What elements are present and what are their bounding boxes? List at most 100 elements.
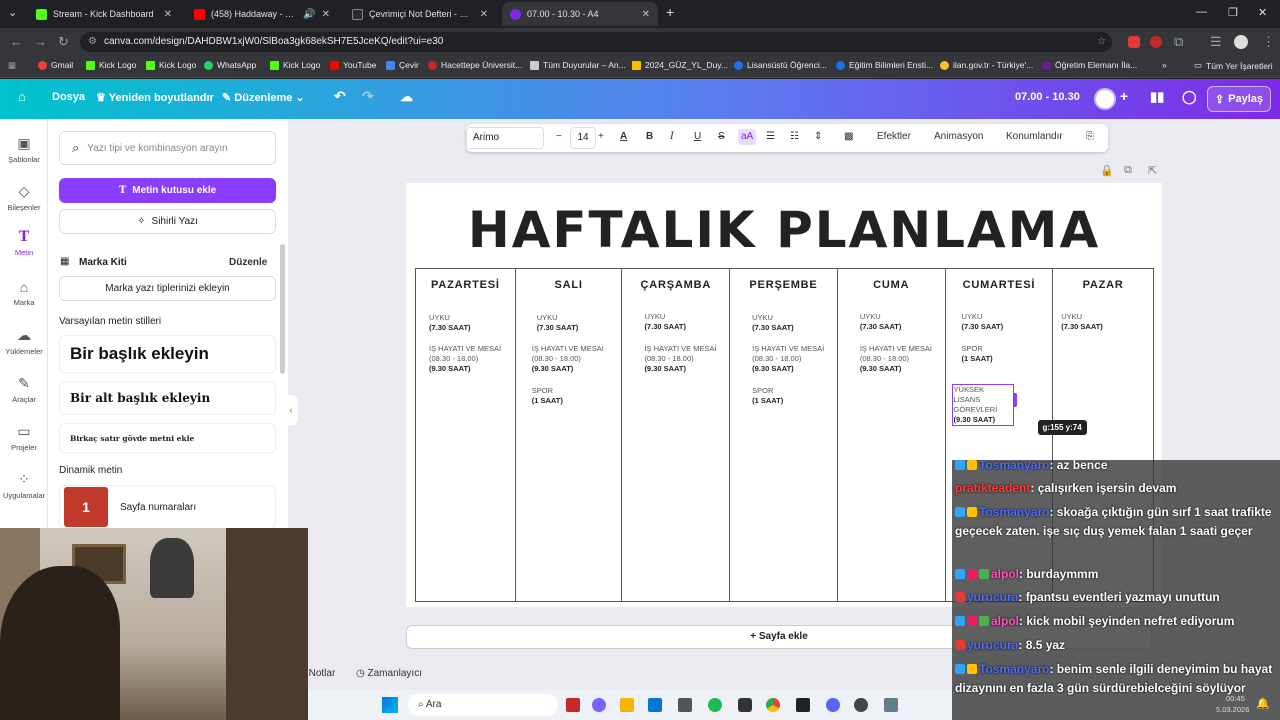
apps-icon[interactable]: ▦	[8, 60, 16, 71]
app-icon[interactable]	[566, 698, 580, 712]
cloud-saved-icon[interactable]: ☁	[400, 89, 413, 105]
cell-sleep[interactable]: UYKU (7.30 SAAT)	[752, 313, 794, 333]
list-icon[interactable]: ☷	[790, 131, 799, 142]
user-avatar[interactable]	[1094, 88, 1116, 110]
cell-work[interactable]: İŞ HAYATI VE MESAİ (08.30 - 18.00) (9.30 S…	[532, 344, 604, 374]
extensions-icon[interactable]: ⧉	[1174, 34, 1183, 50]
bookmark-drive[interactable]: 2024_GÜZ_YL_Duy...	[632, 60, 728, 70]
day-column-monday[interactable]: PAZARTESİ UYKU (7.30 SAAT) İŞ HAYATI VE M…	[416, 269, 516, 601]
font-search-input[interactable]: ⌕ Yazı tipi ve kombinasyon arayın	[59, 131, 276, 165]
bookmark-egitim-bilimleri[interactable]: Eğitim Bilimleri Ensti...	[836, 60, 933, 70]
cell-sleep[interactable]: UYKU (7.30 SAAT)	[962, 312, 1004, 332]
discord-icon[interactable]	[826, 698, 840, 712]
bookmark-duyurular[interactable]: Tüm Duyurular – An...	[530, 60, 626, 70]
rail-tools[interactable]: ✎ Araçlar	[0, 375, 48, 404]
cell-work[interactable]: İŞ HAYATI VE MESAİ (08.30 - 18.00) (9.30 S…	[860, 344, 932, 374]
align-icon[interactable]: ☰	[766, 131, 775, 142]
cell-sleep[interactable]: UYKU (7.30 SAAT)	[1061, 312, 1103, 332]
chrome-icon[interactable]	[766, 698, 780, 712]
audio-icon[interactable]: 🔊	[303, 9, 315, 20]
day-column-tuesday[interactable]: SALI UYKU (7.30 SAAT) İŞ HAYATI VE MESAİ(…	[516, 269, 623, 601]
cell-sport[interactable]: SPOR (1 SAAT)	[532, 386, 563, 406]
bookmark-lisansustu[interactable]: Lisansüstü Öğrenci...	[734, 60, 827, 70]
subheading-style[interactable]: Bir alt başlık ekleyin	[59, 381, 276, 415]
forward-icon[interactable]: →	[34, 34, 47, 49]
transparency-icon[interactable]: ▩	[844, 131, 853, 142]
file-explorer-icon[interactable]	[620, 698, 634, 712]
cell-sleep[interactable]: UYKU (7.30 SAAT)	[429, 313, 471, 333]
unity-icon[interactable]	[738, 698, 752, 712]
cell-work[interactable]: İŞ HAYATI VE MESAİ (08.30 - 18.00) (9.30 S…	[752, 344, 824, 374]
tab-notepad[interactable]: Çevrimiçi Not Defteri - Notlarını ✕	[344, 2, 496, 26]
lock-icon[interactable]: 🔒	[1100, 164, 1114, 177]
underline-icon[interactable]: U	[694, 131, 701, 142]
bookmark-kick-logo-3[interactable]: Kick Logo	[270, 60, 320, 70]
site-info-icon[interactable]: ⚙	[88, 32, 97, 52]
tab-kick-dashboard[interactable]: Stream - Kick Dashboard ✕	[28, 2, 180, 26]
font-size-decrease[interactable]: −	[556, 131, 562, 142]
cell-work[interactable]: İŞ HAYATI VE MESAİ (08.30 - 18.00) (9.30 S…	[429, 344, 501, 374]
strikethrough-icon[interactable]: S	[718, 131, 725, 142]
letter-case-icon[interactable]: aA	[738, 129, 757, 145]
rail-text[interactable]: T Metin	[0, 229, 48, 257]
position-button[interactable]: Konumlandır	[1006, 131, 1063, 142]
extension-icon[interactable]	[1150, 36, 1162, 48]
rail-uploads[interactable]: ☁ Yüklemeler	[0, 327, 48, 356]
tab-youtube[interactable]: (458) Haddaway - What Is L 🔊 ✕	[186, 2, 338, 26]
bookmark-translate[interactable]: Çevir	[386, 60, 419, 70]
collapse-panel-icon[interactable]: ‹	[284, 395, 298, 425]
body-style[interactable]: Birkaç satır gövde metni ekle	[59, 423, 276, 453]
all-bookmarks[interactable]: ▭ Tüm Yer İşaretleri	[1194, 60, 1273, 71]
spotify-icon[interactable]	[708, 698, 722, 712]
tab-search-icon[interactable]: ⌄	[8, 6, 17, 19]
day-column-friday[interactable]: CUMA UYKU (7.30 SAAT) İŞ HAYATI VE MESAİ(…	[838, 269, 946, 601]
rail-apps[interactable]: ⁘ Uygulamalar	[0, 471, 48, 500]
close-icon[interactable]: ✕	[164, 9, 172, 20]
format-painter-icon[interactable]: ⎘	[1086, 131, 1094, 142]
obs-icon[interactable]	[854, 698, 868, 712]
epic-games-icon[interactable]	[796, 698, 810, 712]
italic-icon[interactable]: I	[670, 131, 674, 142]
page-numbers-item[interactable]: 1 Sayfa numaraları	[59, 485, 276, 529]
timer-button[interactable]: ◷ Zamanlayıcı	[356, 668, 422, 679]
taskbar-search[interactable]: ⌕ Ara	[408, 694, 558, 716]
close-icon[interactable]: ✕	[642, 9, 650, 20]
outlook-icon[interactable]	[648, 698, 662, 712]
close-window-button[interactable]: ✕	[1258, 6, 1267, 19]
bookmark-kick-logo-1[interactable]: Kick Logo	[86, 60, 136, 70]
resize-handle[interactable]	[1012, 393, 1017, 407]
font-size-input[interactable]: 14	[570, 127, 596, 149]
share-button[interactable]: ⇪ Paylaş	[1207, 86, 1271, 112]
reload-icon[interactable]: ↻	[58, 34, 69, 50]
rail-elements[interactable]: ◇ Bileşenler	[0, 183, 48, 212]
planner-title[interactable]: HAFTALIK PLANLAMA	[406, 201, 1162, 259]
bookmark-gmail[interactable]: Gmail	[38, 60, 73, 70]
day-column-wednesday[interactable]: ÇARŞAMBA UYKU (7.30 SAAT) İŞ HAYATI VE ME…	[622, 269, 731, 601]
add-collaborator-icon[interactable]: +	[1120, 88, 1128, 104]
edit-menu[interactable]: ✎ Düzenleme ⌄	[222, 91, 305, 104]
bookmark-youtube[interactable]: YouTube	[330, 60, 376, 70]
close-icon[interactable]: ✕	[480, 9, 488, 20]
cell-sleep[interactable]: UYKU (7.30 SAAT)	[644, 312, 686, 332]
duplicate-icon[interactable]: ⧉	[1124, 164, 1132, 177]
cell-sleep[interactable]: UYKU (7.30 SAAT)	[537, 313, 579, 333]
menu-icon[interactable]: ⋮	[1262, 34, 1275, 50]
brand-kit-edit-link[interactable]: Düzenle	[229, 257, 267, 268]
add-textbox-button[interactable]: T Metin kutusu ekle	[59, 178, 276, 203]
add-brand-fonts-button[interactable]: Marka yazı tiplerinizi ekleyin	[59, 276, 276, 301]
start-icon[interactable]	[382, 697, 398, 713]
tab-canva[interactable]: 07.00 - 10.30 - A4 ✕	[502, 2, 658, 26]
notification-icon[interactable]: 🔔	[1256, 697, 1270, 710]
home-icon[interactable]: ⌂	[18, 89, 26, 104]
rail-templates[interactable]: ▣ Şablonlar	[0, 135, 48, 164]
adblock-icon[interactable]	[1128, 36, 1140, 48]
back-icon[interactable]: ←	[10, 34, 23, 49]
redo-icon[interactable]: ↷	[362, 88, 374, 105]
heading-style[interactable]: Bir başlık ekleyin	[59, 335, 276, 373]
bold-icon[interactable]: B	[646, 131, 653, 142]
calculator-icon[interactable]	[884, 698, 898, 712]
close-icon[interactable]: ✕	[322, 9, 330, 20]
document-title[interactable]: 07.00 - 10.30	[1015, 91, 1080, 103]
sidebar-icon[interactable]: ☰	[1210, 34, 1222, 50]
add-page-icon[interactable]: ⇱	[1148, 164, 1157, 177]
